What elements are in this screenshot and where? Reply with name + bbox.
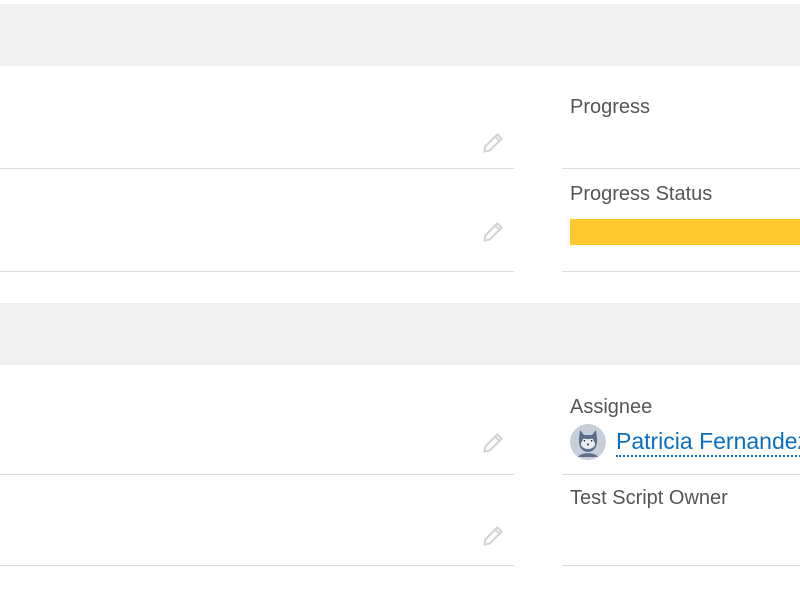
field-left-1 xyxy=(0,66,514,169)
field-label-progress: Progress xyxy=(570,96,651,118)
pencil-icon[interactable] xyxy=(480,523,506,549)
field-assignee: Assignee Patricia Fernandez xyxy=(562,366,800,475)
field-left-4 xyxy=(0,475,514,566)
field-progress: Progress xyxy=(562,66,800,169)
progress-status-bar xyxy=(570,219,800,245)
field-label-test-script-owner: Test Script Owner xyxy=(570,487,728,509)
assignee-value: Patricia Fernandez xyxy=(570,424,800,460)
pencil-icon[interactable] xyxy=(480,219,506,245)
field-left-2 xyxy=(0,169,514,272)
pencil-icon[interactable] xyxy=(480,130,506,156)
assignee-link[interactable]: Patricia Fernandez xyxy=(616,427,800,457)
record-detail-page: Progress Progress Status Assignee Patric… xyxy=(0,0,800,600)
progress-status-fill xyxy=(570,219,800,245)
field-label-assignee: Assignee xyxy=(570,396,653,418)
section-header-2[interactable] xyxy=(0,303,800,365)
field-label-progress-status: Progress Status xyxy=(570,183,713,205)
user-avatar-icon[interactable] xyxy=(570,424,606,460)
field-test-script-owner: Test Script Owner xyxy=(562,475,800,566)
field-left-3 xyxy=(0,366,514,475)
section-header-1[interactable] xyxy=(0,4,800,66)
field-progress-status: Progress Status xyxy=(562,169,800,272)
pencil-icon[interactable] xyxy=(480,430,506,456)
